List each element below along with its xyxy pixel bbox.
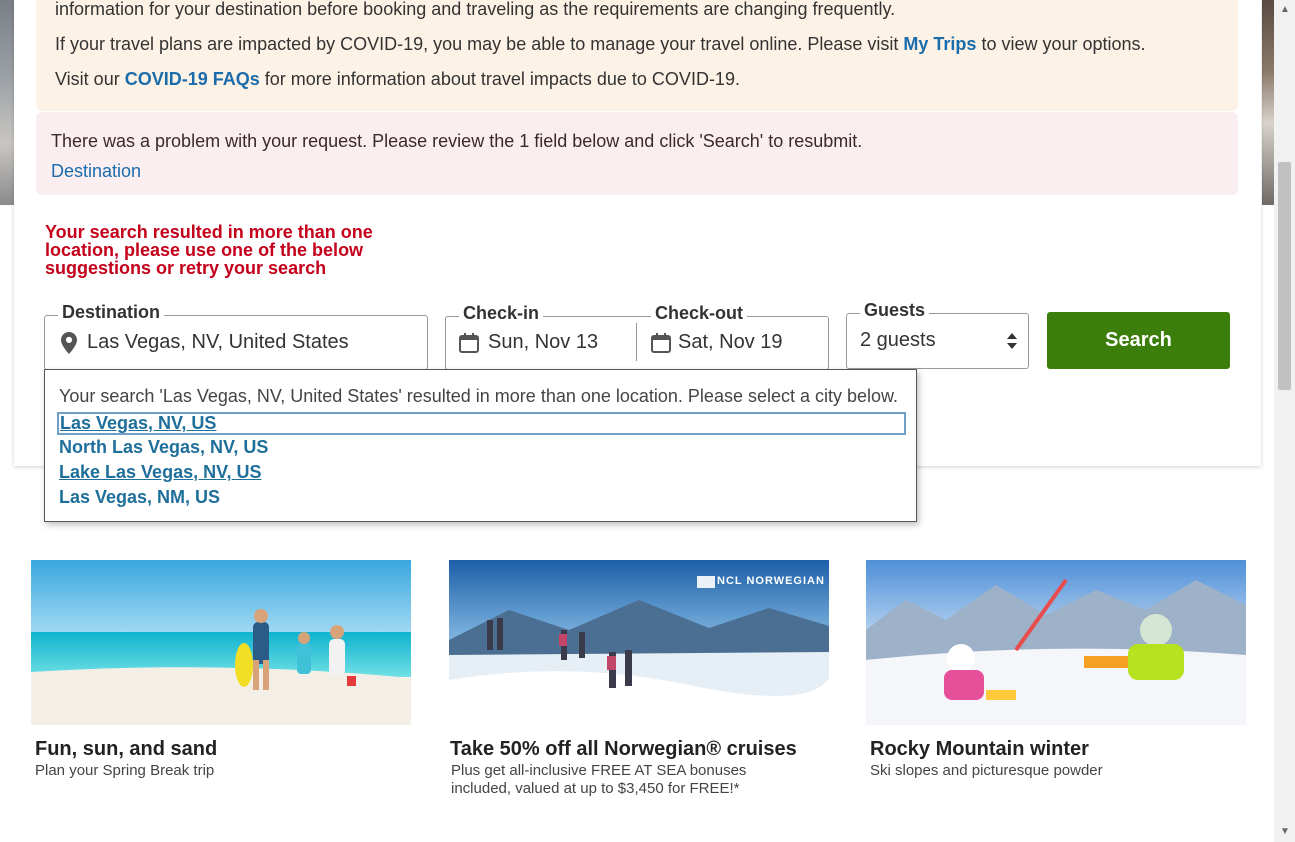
- notice-line-2: If your travel plans are impacted by COV…: [55, 34, 1146, 55]
- promo-title[interactable]: Take 50% off all Norwegian® cruises: [450, 738, 797, 761]
- location-pin-icon: [61, 332, 77, 359]
- multiple-locations-warning: Your search resulted in more than one lo…: [45, 222, 373, 278]
- checkin-label: Check-in: [459, 303, 544, 324]
- promo-subtitle: Plan your Spring Break trip: [35, 762, 215, 779]
- notice-text: Visit our: [55, 69, 125, 89]
- page-scrollbar[interactable]: ▲ ▼: [1274, 0, 1295, 842]
- calendar-icon: [459, 333, 479, 358]
- select-arrows-icon: [1007, 333, 1017, 354]
- skiers-image: [866, 560, 1246, 725]
- checkout-label: Check-out: [651, 303, 748, 324]
- scroll-up-arrow-icon[interactable]: ▲: [1280, 4, 1290, 15]
- date-divider: [636, 323, 637, 361]
- promo-subtitle: Plus get all-inclusive FREE AT SEA bonus…: [451, 762, 747, 797]
- notice-line-3: Visit our COVID-19 FAQs for more informa…: [55, 69, 740, 90]
- notice-text: for more information about travel impact…: [259, 69, 740, 89]
- notice-text: to view your options.: [976, 34, 1146, 54]
- glacier-hikers-image: NCL NORWEGIAN: [449, 560, 829, 725]
- dates-field[interactable]: Check-in Check-out Sun, Nov 13 Sat, Nov …: [445, 303, 829, 370]
- location-suggestions: Your search 'Las Vegas, NV, United State…: [44, 369, 917, 522]
- promo-title[interactable]: Fun, sun, and sand: [35, 738, 217, 761]
- search-button[interactable]: Search: [1047, 312, 1230, 369]
- norwegian-logo: NCL NORWEGIAN: [717, 575, 825, 587]
- beach-family-image: [31, 560, 411, 725]
- suggestion-item[interactable]: Lake Las Vegas, NV, US: [59, 462, 261, 483]
- covid-notice: information for your destination before …: [36, 0, 1238, 111]
- notice-line-1: information for your destination before …: [55, 0, 896, 19]
- scroll-down-arrow-icon[interactable]: ▼: [1280, 826, 1290, 837]
- background-photo-right: [1262, 0, 1274, 205]
- promo-card-spring-break[interactable]: Fun, sun, and sand Plan your Spring Brea…: [31, 560, 411, 779]
- destination-error-link[interactable]: Destination: [51, 161, 141, 182]
- checkin-input[interactable]: Sun, Nov 13: [488, 331, 598, 354]
- notice-text: If your travel plans are impacted by COV…: [55, 34, 904, 54]
- promo-card-rocky-mountain[interactable]: Rocky Mountain winter Ski slopes and pic…: [866, 560, 1246, 779]
- covid-faqs-link[interactable]: COVID-19 FAQs: [125, 69, 260, 89]
- suggestion-item[interactable]: North Las Vegas, NV, US: [59, 437, 268, 458]
- scrollbar-thumb[interactable]: [1278, 162, 1291, 390]
- guests-value: 2 guests: [860, 329, 936, 351]
- calendar-icon: [651, 333, 671, 358]
- error-alert: There was a problem with your request. P…: [36, 112, 1238, 195]
- guests-label: Guests: [860, 300, 930, 321]
- suggestion-item[interactable]: Las Vegas, NV, US: [57, 412, 906, 435]
- checkout-input[interactable]: Sat, Nov 19: [678, 331, 783, 354]
- suggestion-item[interactable]: Las Vegas, NM, US: [59, 487, 220, 508]
- destination-field[interactable]: Destination Las Vegas, NV, United States: [44, 302, 428, 370]
- guests-select[interactable]: Guests 2 guests: [846, 300, 1029, 369]
- suggestions-header: Your search 'Las Vegas, NV, United State…: [59, 386, 899, 406]
- promo-subtitle: Ski slopes and picturesque powder: [870, 762, 1103, 779]
- promo-card-norwegian[interactable]: NCL NORWEGIAN Take 50% off all Norwegian…: [449, 560, 829, 797]
- promo-title[interactable]: Rocky Mountain winter: [870, 738, 1089, 761]
- destination-label: Destination: [58, 302, 165, 323]
- my-trips-link[interactable]: My Trips: [903, 34, 976, 54]
- destination-input[interactable]: Las Vegas, NV, United States: [87, 331, 349, 354]
- background-photo-left: [0, 0, 14, 205]
- error-message: There was a problem with your request. P…: [51, 131, 863, 151]
